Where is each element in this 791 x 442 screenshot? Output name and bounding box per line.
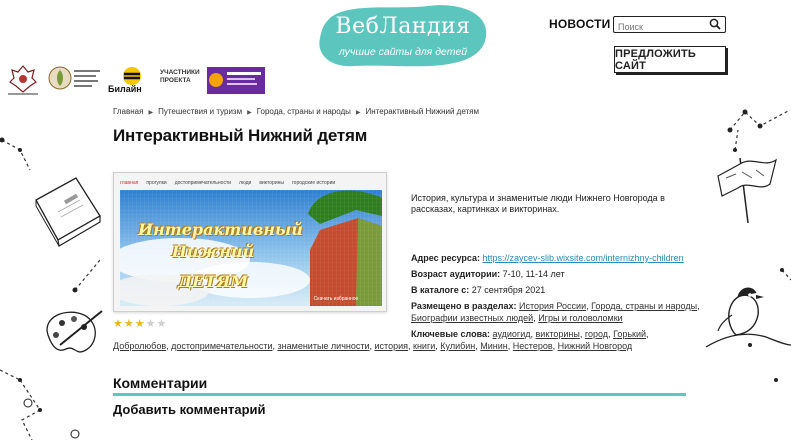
preview-nav: главная прогулки достопримечательности л… xyxy=(120,180,380,190)
keyword-link[interactable]: книги xyxy=(413,341,435,351)
star-icon[interactable]: ★ xyxy=(135,319,145,330)
comments-heading: Комментарии xyxy=(113,375,208,391)
keywords-label: Ключевые слова: xyxy=(411,329,491,339)
add-comment-heading[interactable]: Добавить комментарий xyxy=(113,402,266,417)
logo-title: ВебЛандия xyxy=(335,14,471,39)
constellation-doodle-left xyxy=(0,120,100,440)
keyword-link[interactable]: знаменитые личности xyxy=(278,341,370,351)
preview-title-line: Интерактивный xyxy=(138,220,303,239)
award-logo[interactable] xyxy=(207,67,265,94)
catalog-label: В каталоге с: xyxy=(411,285,470,295)
preview-nav-item: городские истории xyxy=(291,180,336,186)
star-icon[interactable]: ★ xyxy=(113,319,123,330)
ministry-logo[interactable] xyxy=(6,62,40,96)
preview-nav-item: люди xyxy=(239,180,252,186)
preview-nav-item: достопримечательности xyxy=(174,180,232,186)
breadcrumb-arrow-icon: ▶ xyxy=(247,110,252,116)
keyword-link[interactable]: город xyxy=(585,329,608,339)
star-icon[interactable]: ★ xyxy=(146,319,156,330)
section-link[interactable]: Биографии известных людей xyxy=(411,313,533,323)
nav-news-link[interactable]: НОВОСТИ xyxy=(549,17,610,31)
age-value: 7-10, 11-14 лет xyxy=(502,269,565,279)
preview-title-line: ДЕТЯМ xyxy=(177,272,249,291)
breadcrumb-item-travel[interactable]: Путешествия и туризм xyxy=(158,107,242,116)
bird-doodle xyxy=(706,275,791,365)
address-row: Адрес ресурса: https://zaycev-slib.wixsi… xyxy=(411,253,684,263)
preview-title-line: Нижний xyxy=(171,242,255,261)
section-link[interactable]: Игры и головоломки xyxy=(538,313,623,323)
section-link[interactable]: Города, страны и народы xyxy=(591,301,697,311)
children-library-logo[interactable] xyxy=(48,64,102,96)
search-input[interactable] xyxy=(614,20,706,34)
breadcrumb: Главная ▶ Путешествия и туризм ▶ Города, стр… xyxy=(113,107,479,116)
catalog-row: В каталоге с: 27 сентября 2021 xyxy=(411,285,545,295)
sections-label: Размещено в разделах: xyxy=(411,301,517,311)
comments-divider xyxy=(113,393,686,396)
sections-row-cont: Биографии известных людей, Игры и голово… xyxy=(411,313,623,323)
keywords-line-2: Добролюбов, достопримечательности, знаме… xyxy=(113,341,633,351)
palette-doodle xyxy=(40,305,105,360)
star-icon[interactable]: ★ xyxy=(157,319,167,330)
preview-nav-item: главная xyxy=(120,180,139,186)
section-link[interactable]: История России xyxy=(519,301,586,311)
suggest-site-button[interactable]: ПРЕДЛОЖИТЬ САЙТ xyxy=(614,46,726,73)
star-rating[interactable]: ★ ★ ★ ★ ★ xyxy=(113,319,166,330)
star-icon[interactable]: ★ xyxy=(124,319,134,330)
flag-doodle xyxy=(712,148,782,223)
beeline-logo[interactable]: Билайн xyxy=(108,66,154,94)
site-logo[interactable]: ВебЛандия лучшие сайты для детей xyxy=(318,4,488,70)
keyword-link[interactable]: Нижний Новгород xyxy=(558,341,633,351)
participants-label: УЧАСТНИКИ ПРОЕКТА xyxy=(160,69,200,84)
keyword-link[interactable]: достопримечательности xyxy=(171,341,272,351)
beeline-text: Билайн xyxy=(108,84,142,94)
preview-nav-item: прогулки xyxy=(146,180,167,186)
search-box xyxy=(613,16,726,34)
keyword-link[interactable]: Горький xyxy=(613,329,646,339)
search-icon[interactable] xyxy=(709,18,721,30)
keyword-link[interactable]: история xyxy=(375,341,408,351)
keyword-link[interactable]: Нестеров xyxy=(513,341,553,351)
logo-subtitle: лучшие сайты для детей xyxy=(338,46,468,58)
keyword-link[interactable]: аудиогид xyxy=(493,329,531,339)
preview-image: Интерактивный Нижний ДЕТЯМ Скачать избра… xyxy=(120,190,382,306)
breadcrumb-item-home[interactable]: Главная xyxy=(113,107,143,116)
site-preview[interactable]: главная прогулки достопримечательности л… xyxy=(113,172,387,312)
age-label: Возраст аудитории: xyxy=(411,269,501,279)
age-row: Возраст аудитории: 7-10, 11-14 лет xyxy=(411,269,565,279)
constellation-doodle-right xyxy=(690,90,791,430)
keyword-link[interactable]: Кулибин xyxy=(440,341,475,351)
preview-nav-item: викторины xyxy=(259,180,284,186)
keyword-link[interactable]: Добролюбов xyxy=(113,341,166,351)
preview-caption: Скачать избранное xyxy=(313,296,359,302)
catalog-value: 27 сентября 2021 xyxy=(471,285,546,295)
keyword-link[interactable]: Минин xyxy=(480,341,508,351)
site-url-link[interactable]: https://zaycev-slib.wixsite.com/interniz… xyxy=(483,253,684,263)
breadcrumb-arrow-icon: ▶ xyxy=(355,110,361,116)
breadcrumb-item-current: Интерактивный Нижний детям xyxy=(365,107,479,116)
breadcrumb-item-cities[interactable]: Города, страны и народы xyxy=(257,107,351,116)
keyword-link[interactable]: викторины xyxy=(536,329,580,339)
breadcrumb-arrow-icon: ▶ xyxy=(148,110,154,116)
address-label: Адрес ресурса: xyxy=(411,253,480,263)
page-title: Интерактивный Нижний детям xyxy=(113,126,368,145)
site-description: История, культура и знаменитые люди Нижн… xyxy=(411,193,665,214)
sections-row: Размещено в разделах: История России, Го… xyxy=(411,301,700,311)
